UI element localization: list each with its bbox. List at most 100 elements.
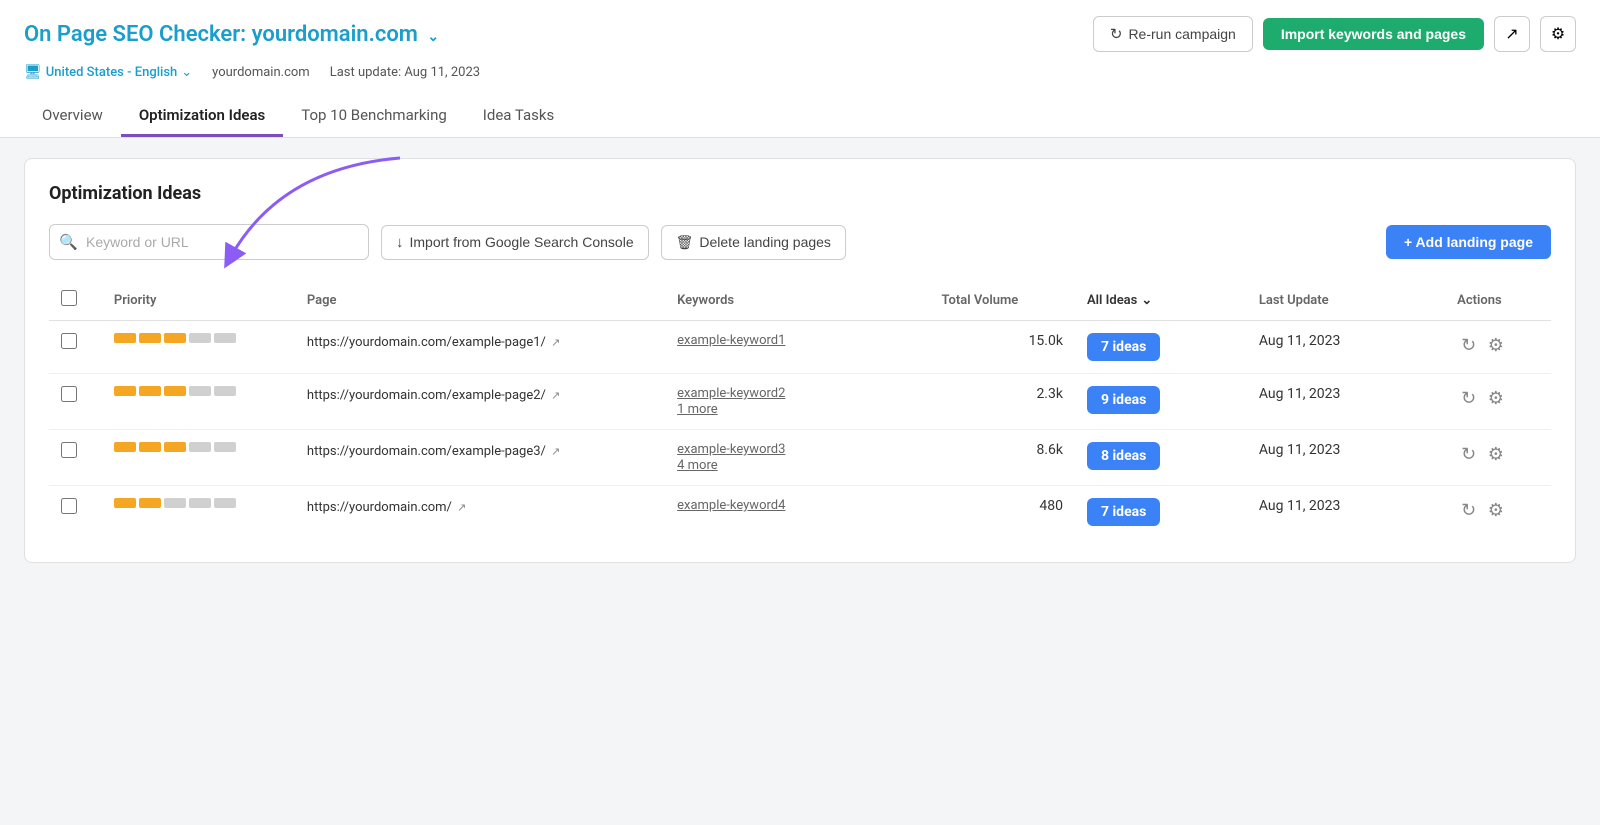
priority-bar-segment xyxy=(164,333,186,343)
ideas-badge[interactable]: 7 ideas xyxy=(1087,498,1160,526)
settings-row-button[interactable]: ⚙ xyxy=(1484,442,1508,467)
header-meta: 🖥 United States - English ⌄ yourdomain.c… xyxy=(24,64,1576,92)
keyword-link[interactable]: example-keyword3 xyxy=(677,442,917,457)
page-url[interactable]: https://yourdomain.com/example-page3/ ↗ xyxy=(307,444,560,459)
monitor-icon: 🖥 xyxy=(24,64,42,80)
refresh-row-button[interactable]: ↻ xyxy=(1457,498,1480,523)
priority-bar-empty xyxy=(189,442,211,452)
volume-cell: 15.0k xyxy=(930,321,1075,374)
card-title: Optimization Ideas xyxy=(49,183,1551,204)
priority-bar-empty xyxy=(164,498,186,508)
volume-cell: 480 xyxy=(930,486,1075,539)
page-title: On Page SEO Checker: yourdomain.com ⌄ xyxy=(24,22,439,47)
priority-bar-segment xyxy=(139,333,161,343)
table-row: https://yourdomain.com/example-page3/ ↗ e… xyxy=(49,430,1551,486)
external-link-icon: ↗ xyxy=(551,336,560,349)
tab-idea-tasks[interactable]: Idea Tasks xyxy=(465,96,572,137)
tab-overview[interactable]: Overview xyxy=(24,96,121,137)
col-header-actions: Actions xyxy=(1445,280,1551,321)
all-ideas-filter[interactable]: All Ideas ⌄ xyxy=(1087,293,1235,308)
col-header-keywords: Keywords xyxy=(665,280,929,321)
tab-top10[interactable]: Top 10 Benchmarking xyxy=(283,96,465,137)
page-url[interactable]: https://yourdomain.com/example-page1/ ↗ xyxy=(307,335,560,350)
refresh-row-button[interactable]: ↻ xyxy=(1457,386,1480,411)
keyword-link[interactable]: example-keyword4 xyxy=(677,498,917,513)
col-header-lastupdate: Last Update xyxy=(1247,280,1445,321)
table-row: https://yourdomain.com/example-page2/ ↗ e… xyxy=(49,374,1551,430)
domain-chevron-icon[interactable]: ⌄ xyxy=(427,29,439,45)
more-keywords-link[interactable]: 1 more xyxy=(677,402,718,417)
volume-cell: 2.3k xyxy=(930,374,1075,430)
priority-bar-empty xyxy=(214,386,236,396)
ideas-chevron-icon: ⌄ xyxy=(1141,293,1152,308)
settings-row-button[interactable]: ⚙ xyxy=(1484,333,1508,358)
col-header-ideas[interactable]: All Ideas ⌄ xyxy=(1075,280,1247,321)
optimization-table: Priority Page Keywords Total Volume All … xyxy=(49,280,1551,538)
row-checkbox[interactable] xyxy=(61,386,77,402)
settings-row-button[interactable]: ⚙ xyxy=(1484,386,1508,411)
search-icon: 🔍 xyxy=(59,233,78,251)
priority-bar xyxy=(114,498,283,508)
row-checkbox[interactable] xyxy=(61,333,77,349)
import-keywords-button[interactable]: Import keywords and pages xyxy=(1263,18,1484,50)
keyword-link[interactable]: example-keyword1 xyxy=(677,333,917,348)
main-content: Optimization Ideas 🔍 ↓ Import from Googl… xyxy=(0,138,1600,583)
tab-optimization-ideas[interactable]: Optimization Ideas xyxy=(121,96,283,137)
priority-bar-segment xyxy=(114,333,136,343)
toolbar: 🔍 ↓ Import from Google Search Console 🗑 … xyxy=(49,224,1551,260)
search-wrap: 🔍 xyxy=(49,224,369,260)
priority-bar-empty xyxy=(214,498,236,508)
import-console-button[interactable]: ↓ Import from Google Search Console xyxy=(381,225,649,260)
select-all-checkbox[interactable] xyxy=(61,290,77,306)
settings-button[interactable]: ⚙ xyxy=(1540,16,1576,52)
refresh-row-button[interactable]: ↻ xyxy=(1457,333,1480,358)
table-row: https://yourdomain.com/ ↗ example-keyword… xyxy=(49,486,1551,539)
ideas-badge[interactable]: 8 ideas xyxy=(1087,442,1160,470)
row-checkbox[interactable] xyxy=(61,498,77,514)
optimization-ideas-card: Optimization Ideas 🔍 ↓ Import from Googl… xyxy=(24,158,1576,563)
priority-bar-segment xyxy=(139,386,161,396)
page-url[interactable]: https://yourdomain.com/ ↗ xyxy=(307,500,466,515)
priority-bar-segment xyxy=(164,386,186,396)
priority-bar-segment xyxy=(114,498,136,508)
search-input[interactable] xyxy=(49,224,369,260)
header-domain: yourdomain.com xyxy=(212,65,310,80)
header-actions: ↻ Re-run campaign Import keywords and pa… xyxy=(1093,16,1576,52)
external-link-icon: ↗ xyxy=(551,445,560,458)
priority-bar-segment xyxy=(114,386,136,396)
settings-row-button[interactable]: ⚙ xyxy=(1484,498,1508,523)
priority-bar-segment xyxy=(139,498,161,508)
priority-bar xyxy=(114,386,283,396)
rerun-icon: ↻ xyxy=(1110,25,1123,43)
keyword-link[interactable]: example-keyword2 xyxy=(677,386,917,401)
share-icon: ↗ xyxy=(1505,24,1518,44)
col-header-page: Page xyxy=(295,280,665,321)
more-keywords-link[interactable]: 4 more xyxy=(677,458,718,473)
page-url[interactable]: https://yourdomain.com/example-page2/ ↗ xyxy=(307,388,560,403)
last-update-cell: Aug 11, 2023 xyxy=(1247,430,1445,486)
priority-bar-empty xyxy=(189,498,211,508)
row-checkbox[interactable] xyxy=(61,442,77,458)
external-link-icon: ↗ xyxy=(457,501,466,514)
external-link-icon: ↗ xyxy=(551,389,560,402)
volume-cell: 8.6k xyxy=(930,430,1075,486)
ideas-badge[interactable]: 9 ideas xyxy=(1087,386,1160,414)
priority-bar xyxy=(114,442,283,452)
domain-link[interactable]: yourdomain.com xyxy=(252,22,418,47)
col-header-priority: Priority xyxy=(102,280,295,321)
priority-bar-empty xyxy=(214,442,236,452)
priority-bar-segment xyxy=(164,442,186,452)
rerun-button[interactable]: ↻ Re-run campaign xyxy=(1093,16,1253,52)
last-update: Last update: Aug 11, 2023 xyxy=(330,65,480,80)
refresh-row-button[interactable]: ↻ xyxy=(1457,442,1480,467)
share-button[interactable]: ↗ xyxy=(1494,16,1530,52)
ideas-badge[interactable]: 7 ideas xyxy=(1087,333,1160,361)
table-row: https://yourdomain.com/example-page1/ ↗ e… xyxy=(49,321,1551,374)
priority-bar-empty xyxy=(189,386,211,396)
priority-bar-empty xyxy=(214,333,236,343)
locale-selector[interactable]: 🖥 United States - English ⌄ xyxy=(24,64,192,80)
delete-pages-button[interactable]: 🗑 Delete landing pages xyxy=(661,225,846,260)
add-landing-page-button[interactable]: + Add landing page xyxy=(1386,225,1551,259)
priority-bar-segment xyxy=(139,442,161,452)
priority-bar xyxy=(114,333,283,343)
